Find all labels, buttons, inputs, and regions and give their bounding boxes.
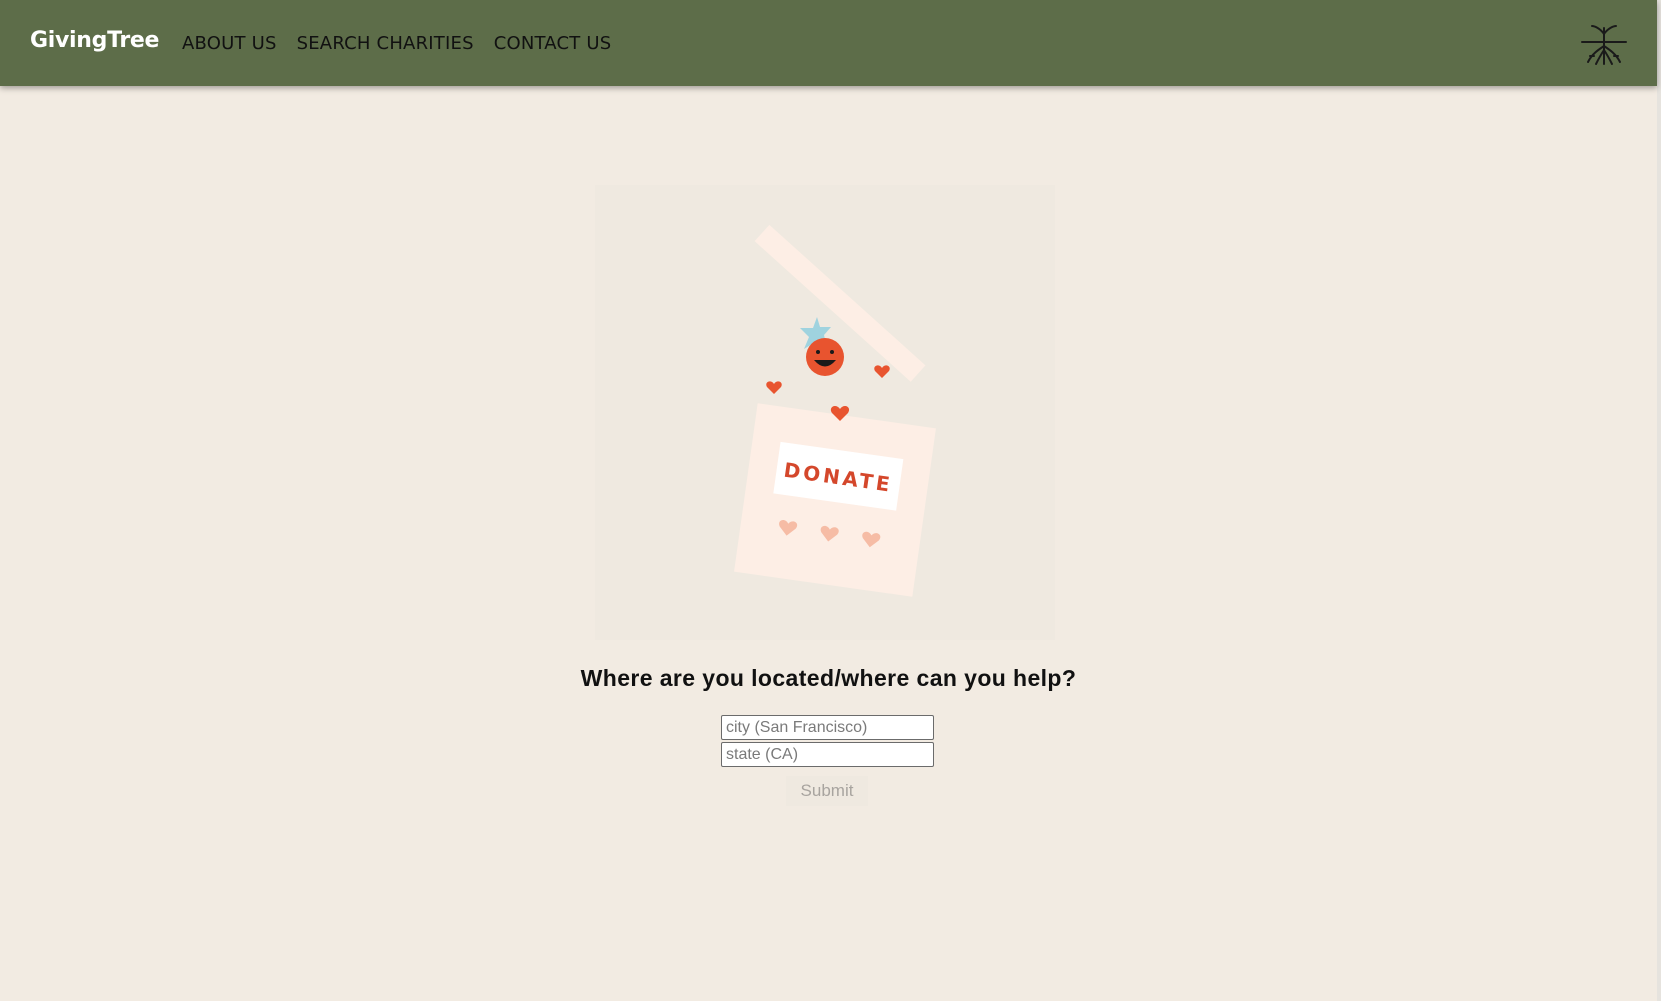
donate-illustration: DONATE xyxy=(595,185,1055,640)
city-input[interactable] xyxy=(721,715,934,740)
nav-search-charities[interactable]: SEARCH CHARITIES xyxy=(297,33,474,54)
submit-button[interactable]: Submit xyxy=(786,776,868,806)
nav-about-us[interactable]: ABOUT US xyxy=(182,33,277,54)
donation-box-icon: DONATE xyxy=(595,185,1055,640)
nav-contact-us[interactable]: CONTACT US xyxy=(494,33,612,54)
location-question: Where are you located/where can you help… xyxy=(580,665,1077,691)
brand-logo-text[interactable]: GivingTree xyxy=(30,28,159,53)
tree-roots-icon[interactable] xyxy=(1580,20,1628,68)
nav-links: ABOUT US SEARCH CHARITIES CONTACT US xyxy=(182,33,611,54)
smiley-face-icon xyxy=(806,338,844,376)
state-input[interactable] xyxy=(721,742,934,767)
top-navbar: GivingTree ABOUT US SEARCH CHARITIES CON… xyxy=(0,0,1657,86)
page: GivingTree ABOUT US SEARCH CHARITIES CON… xyxy=(0,0,1661,1001)
